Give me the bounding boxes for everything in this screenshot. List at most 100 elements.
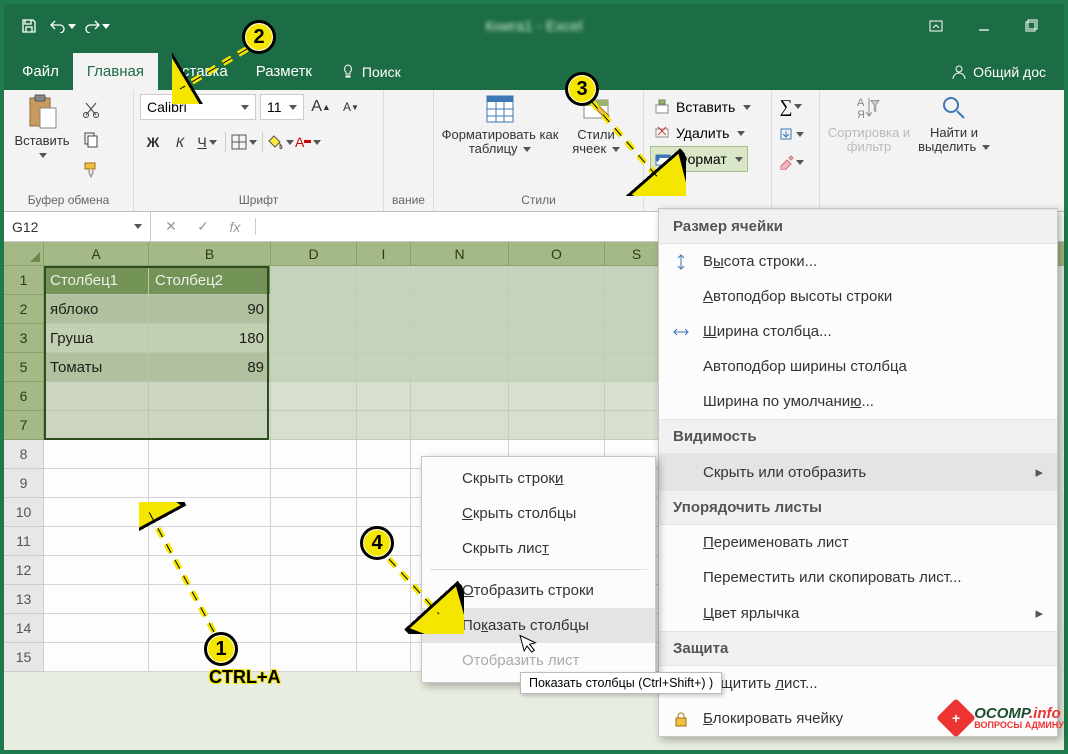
cell[interactable] [271,411,357,440]
row-header[interactable]: 15 [4,643,44,672]
col-header[interactable]: N [411,242,509,266]
cell[interactable] [44,382,149,411]
format-as-table-button[interactable]: Форматировать как таблицу [440,94,560,157]
rename-sheet-item[interactable]: Переименовать лист [659,525,1057,560]
cell[interactable] [509,324,605,353]
cell[interactable] [44,411,149,440]
cell[interactable] [509,411,605,440]
cell[interactable] [271,266,357,295]
cell[interactable] [149,411,271,440]
cell[interactable] [44,585,149,614]
tab-home[interactable]: Главная [73,53,158,90]
bold-button[interactable]: Ж [140,130,166,154]
cut-icon[interactable] [78,98,104,122]
cell[interactable] [509,295,605,324]
copy-icon[interactable] [78,128,104,152]
cell[interactable] [149,469,271,498]
cell[interactable] [44,614,149,643]
name-box[interactable]: G12 [4,212,151,241]
cell[interactable] [271,382,357,411]
cell[interactable] [271,614,357,643]
col-header[interactable]: A [44,242,149,266]
select-all-corner[interactable] [4,242,44,266]
autofit-row-item[interactable]: Автоподбор высоты строки [659,279,1057,314]
fx-icon[interactable]: fx [223,219,247,235]
cell[interactable]: Столбец2 [149,266,271,295]
format-painter-icon[interactable] [78,158,104,182]
cell[interactable]: 180 [149,324,271,353]
row-height-item[interactable]: Высота строки... [659,244,1057,279]
cell[interactable] [271,643,357,672]
cell[interactable] [271,556,357,585]
cell[interactable] [271,324,357,353]
fill-icon[interactable] [778,122,804,146]
row-header[interactable]: 2 [4,295,44,324]
cell[interactable] [509,353,605,382]
cell[interactable] [357,295,411,324]
cell[interactable] [357,643,411,672]
minimize-icon[interactable] [960,10,1008,42]
hide-unhide-item[interactable]: Скрыть или отобразить▸ [659,454,1057,490]
cell[interactable] [411,353,509,382]
col-header[interactable]: D [271,242,357,266]
cell[interactable] [149,440,271,469]
ribbon-options-icon[interactable] [912,10,960,42]
row-header[interactable]: 12 [4,556,44,585]
cancel-formula-icon[interactable]: ✕ [159,218,183,235]
font-size-select[interactable]: 11 [260,94,304,120]
hide-rows-item[interactable]: Скрыть строки [422,461,655,496]
shrink-font-icon[interactable]: A▼ [338,95,364,119]
clear-icon[interactable] [778,150,804,174]
cell[interactable] [357,411,411,440]
find-select-button[interactable]: Найти и выделить [916,94,992,155]
cell[interactable] [271,527,357,556]
cell[interactable]: 89 [149,353,271,382]
cell[interactable] [271,469,357,498]
cell[interactable] [357,469,411,498]
cell[interactable] [357,324,411,353]
save-icon[interactable] [16,13,42,39]
paste-button[interactable]: Вставить [10,94,74,163]
cell[interactable]: Груша [44,324,149,353]
cell[interactable] [411,411,509,440]
cell[interactable] [411,382,509,411]
cell[interactable] [271,295,357,324]
row-header[interactable]: 1 [4,266,44,295]
undo-icon[interactable] [50,13,76,39]
cell[interactable] [44,556,149,585]
maximize-icon[interactable] [1008,10,1056,42]
hide-cols-item[interactable]: Скрыть столбцы [422,496,655,531]
cell[interactable] [411,295,509,324]
cell[interactable] [509,382,605,411]
row-header[interactable]: 13 [4,585,44,614]
col-width-item[interactable]: Ширина столбца... [659,314,1057,349]
enter-formula-icon[interactable]: ✓ [191,218,215,235]
col-header[interactable]: B [149,242,271,266]
autosum-icon[interactable]: ∑ [778,94,804,118]
row-header[interactable]: 7 [4,411,44,440]
redo-icon[interactable] [84,13,110,39]
default-width-item[interactable]: Ширина по умолчанию... [659,384,1057,419]
tell-me-search[interactable]: Поиск [326,54,415,90]
row-header[interactable]: 6 [4,382,44,411]
row-header[interactable]: 8 [4,440,44,469]
share-button[interactable]: Общий дос [937,54,1060,90]
font-color-icon[interactable]: А [295,130,321,154]
cell[interactable] [509,266,605,295]
italic-button[interactable]: К [167,130,193,154]
tab-file[interactable]: Файл [8,53,73,90]
cell[interactable] [271,353,357,382]
cell[interactable] [357,498,411,527]
move-copy-sheet-item[interactable]: Переместить или скопировать лист... [659,560,1057,595]
cell[interactable] [411,324,509,353]
row-header[interactable]: 5 [4,353,44,382]
cell[interactable] [44,527,149,556]
cell[interactable]: Томаты [44,353,149,382]
cell[interactable] [357,382,411,411]
cell[interactable] [44,440,149,469]
row-header[interactable]: 11 [4,527,44,556]
cell[interactable]: 90 [149,295,271,324]
tab-color-item[interactable]: Цвет ярлычка▸ [659,595,1057,631]
fill-color-icon[interactable] [268,130,294,154]
autofit-col-item[interactable]: Автоподбор ширины столбца [659,349,1057,384]
